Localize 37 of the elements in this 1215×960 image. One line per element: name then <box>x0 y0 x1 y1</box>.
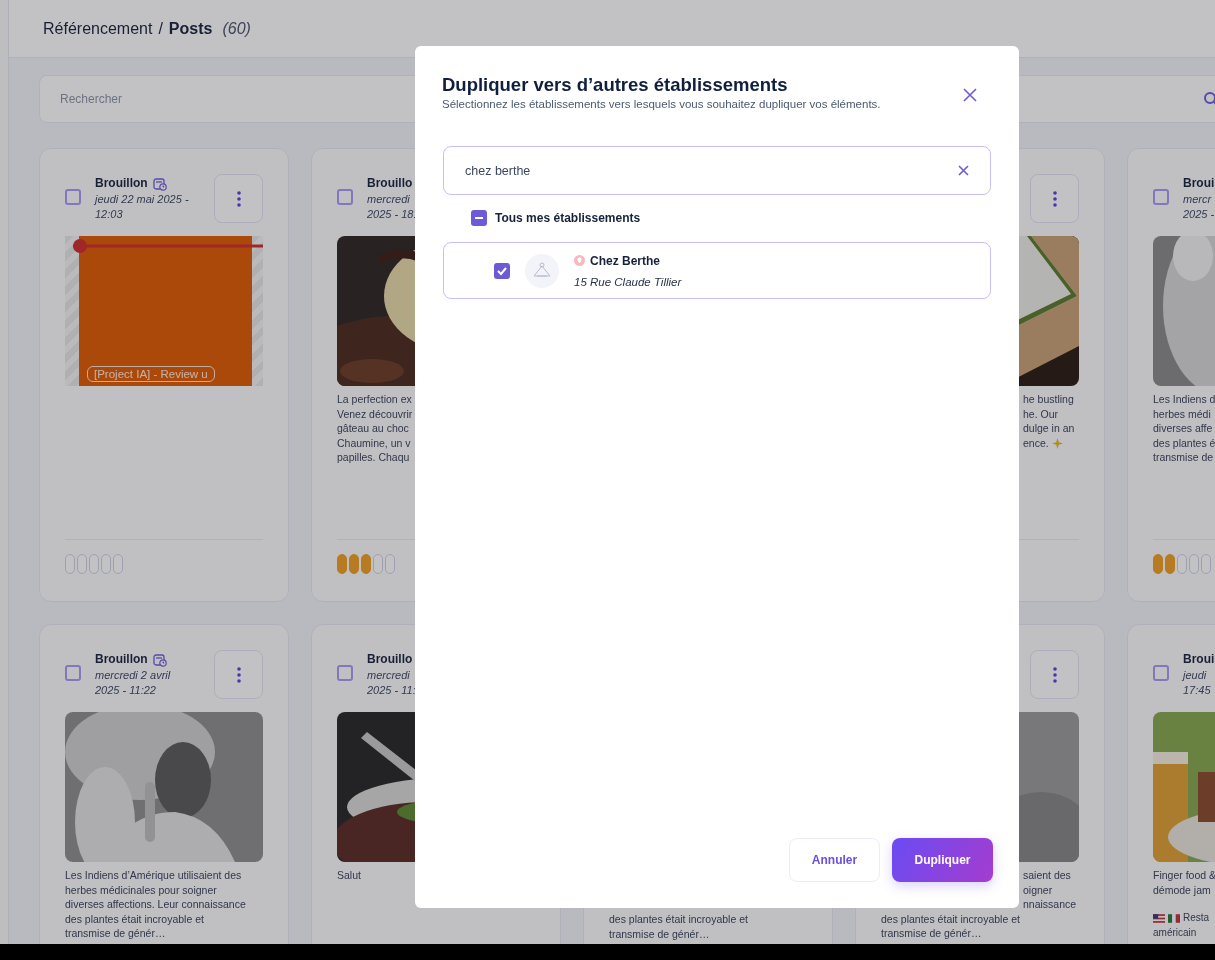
post-count: (60) <box>222 19 251 38</box>
excerpt-fragment: he bustling <box>1023 392 1074 407</box>
post-excerpt: des plantes était incroyable et transmise de génér… <box>881 911 1021 941</box>
post-excerpt: Salut <box>337 868 362 883</box>
excerpt-fragment: saient des <box>1023 868 1071 883</box>
page-title: Posts <box>168 19 213 38</box>
establishment-address: 15 Rue Claude Tillier <box>574 275 682 288</box>
post-status: Broui <box>1183 175 1215 192</box>
dialog-subtitle: Sélectionnez les établissements vers lesquels vous souhaitez dupliquer vos éléments. <box>442 98 881 110</box>
post-status: Brouillon <box>95 651 148 668</box>
post-excerpt: La perfection ex Venez découvrir gâteau au choc Chaumine, un v papilles. Chaqu <box>337 392 414 465</box>
post-excerpt: Les Indiens d herbes médi diverses affe des plantes é transmise de <box>1153 392 1215 465</box>
post-date: mercredi 2025 - 18: <box>367 192 417 222</box>
excerpt-fragment: américain <box>1153 925 1198 940</box>
post-date: mercredi 2025 - 11: <box>367 668 416 698</box>
post-date: mercredi 2 avril 2025 - 11:22 <box>95 668 171 698</box>
post-date: jeudi 17:45 <box>1183 668 1212 698</box>
excerpt-fragment: he. Our <box>1023 406 1059 422</box>
post-excerpt: des plantes était incroyable et transmise de génér… <box>609 912 749 942</box>
event-label: [Project IA] - Review u <box>87 366 215 382</box>
excerpt-fragment: nnaissance <box>1023 897 1077 912</box>
select-all-label: Tous mes établissements <box>495 211 641 225</box>
post-status: Broui <box>1183 651 1215 668</box>
post-date: mercr 2025 - <box>1183 192 1215 222</box>
post-status: Brouillo <box>367 651 413 668</box>
post-excerpt: Finger food & démode jam <box>1153 868 1215 898</box>
excerpt-fragment: oigner <box>1023 882 1053 898</box>
breadcrumb-separator: / <box>158 19 163 38</box>
post-status: Brouillo <box>367 175 413 192</box>
establishment-name: Chez Berthe <box>590 253 660 268</box>
post-status: Brouillon <box>95 175 148 192</box>
dialog-title: Dupliquer vers d’autres établissements <box>442 74 789 96</box>
excerpt-fragment: ence. <box>1023 435 1049 451</box>
excerpt-fragment: dulge in an <box>1023 421 1075 436</box>
post-date: jeudi 22 mai 2025 - 12:03 <box>95 192 189 222</box>
excerpt-fragment: Resta <box>1183 911 1210 926</box>
post-excerpt: Les Indiens d’Amérique utilisaient des herbes médicinales pour soigner diverses affections. Leur connaissance des plantes était incroyable et transmise de génér… <box>65 868 247 941</box>
